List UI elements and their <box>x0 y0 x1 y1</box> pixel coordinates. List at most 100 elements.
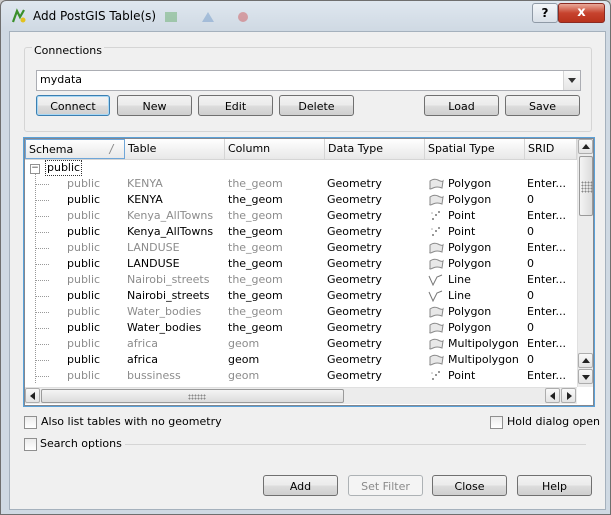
load-connections-button[interactable]: Load <box>424 95 499 116</box>
cell-schema: public <box>67 257 101 270</box>
header-column[interactable]: Column <box>225 139 325 159</box>
connection-combo[interactable]: mydata <box>36 70 581 91</box>
cell-srid: Enter... <box>527 177 567 190</box>
header-srid[interactable]: SRID <box>525 139 577 159</box>
save-connections-button[interactable]: Save <box>505 95 580 116</box>
cell-table: bussiness <box>127 369 181 382</box>
title-close-button[interactable]: x <box>558 3 605 23</box>
hold-dialog-checkbox[interactable] <box>490 416 503 429</box>
header-spatial-type[interactable]: Spatial Type <box>425 139 525 159</box>
table-row[interactable]: public KENYA the_geom Geometry Polygon Enter.… <box>25 176 577 192</box>
cell-schema: public <box>67 241 101 254</box>
vertical-scrollbar[interactable] <box>577 139 593 387</box>
cell-spatial-type: Polygon <box>448 193 492 206</box>
title-bar[interactable]: Add PostGIS Table(s) ? x <box>1 1 610 31</box>
table-row[interactable]: public Nairobi_streets the_geom Geometry Lin… <box>25 288 577 304</box>
cell-column: geom <box>228 353 260 366</box>
scroll-up-button-lower[interactable] <box>578 353 593 368</box>
header-schema[interactable]: Schema <box>25 139 125 159</box>
tree-branch-line <box>35 312 49 313</box>
table-row[interactable]: public LANDUSE the_geom Geometry Polygon 0 <box>25 256 577 272</box>
cell-schema: public <box>67 337 101 350</box>
collapse-icon[interactable]: − <box>30 164 40 174</box>
tree-root-row[interactable]: − public <box>25 160 577 176</box>
cell-srid: Enter... <box>527 337 567 350</box>
cell-srid: 0 <box>527 225 534 238</box>
cell-column: the_geom <box>228 273 283 286</box>
no-geometry-checkbox[interactable] <box>24 416 37 429</box>
cell-spatial-type: Polygon <box>448 257 492 270</box>
cell-data-type: Geometry <box>327 289 382 302</box>
table-row[interactable]: public KENYA the_geom Geometry Polygon 0 <box>25 192 577 208</box>
cell-data-type: Geometry <box>327 321 382 334</box>
table-row[interactable]: public Kenya_AllTowns the_geom Geometry Poin… <box>25 208 577 224</box>
search-options-separator <box>125 444 586 445</box>
header-data-type-label: Data Type <box>328 142 384 155</box>
new-connection-button[interactable]: New <box>117 95 192 116</box>
cell-table: LANDUSE <box>127 257 180 270</box>
cell-table: Water_bodies <box>127 305 202 318</box>
chevron-down-icon[interactable] <box>563 71 580 90</box>
search-options-checkbox[interactable] <box>24 438 37 451</box>
add-button[interactable]: Add <box>263 475 338 496</box>
scroll-left-button-lower[interactable] <box>545 388 560 403</box>
table-row[interactable]: public LANDUSE the_geom Geometry Polygon Ente… <box>25 240 577 256</box>
cell-schema: public <box>67 209 101 222</box>
header-table-label: Table <box>128 142 157 155</box>
cell-data-type: Geometry <box>327 209 382 222</box>
connect-button[interactable]: Connect <box>36 95 110 116</box>
table-row[interactable]: public bussiness geom Geometry Point Enter... <box>25 368 577 383</box>
cell-data-type: Geometry <box>327 225 382 238</box>
cell-table: africa <box>127 337 158 350</box>
table-row[interactable]: public Water_bodies the_geom Geometry Polygo… <box>25 320 577 336</box>
cell-data-type: Geometry <box>327 241 382 254</box>
table-row[interactable]: public africa geom Geometry Multipolygon 0 <box>25 352 577 368</box>
tables-tree-view[interactable]: Schema Table Column Data Type Spatial Ty… <box>24 138 594 406</box>
vertical-scroll-thumb[interactable] <box>579 156 593 216</box>
scroll-down-button[interactable] <box>578 369 593 384</box>
cell-srid: Enter... <box>527 369 567 382</box>
title-help-button[interactable]: ? <box>532 3 558 23</box>
scroll-up-button[interactable] <box>578 139 593 154</box>
tree-branch-line <box>35 376 49 377</box>
tree-branch-line <box>35 200 49 201</box>
cell-schema: public <box>67 193 101 206</box>
cell-srid: 0 <box>527 353 534 366</box>
cell-srid: Enter... <box>527 241 567 254</box>
close-button[interactable]: Close <box>432 475 507 496</box>
cell-data-type: Geometry <box>327 273 382 286</box>
grip-icon <box>188 394 206 400</box>
point-icon <box>428 370 444 382</box>
cell-srid: 0 <box>527 289 534 302</box>
cell-column: the_geom <box>228 305 283 318</box>
scroll-left-button[interactable] <box>25 388 40 403</box>
table-row[interactable]: public Nairobi_streets the_geom Geometry Lin… <box>25 272 577 288</box>
tree-branch-line <box>35 360 49 361</box>
cell-spatial-type: Point <box>448 225 476 238</box>
grip-icon <box>581 181 593 193</box>
edit-connection-button[interactable]: Edit <box>198 95 273 116</box>
cell-column: the_geom <box>228 241 283 254</box>
cell-data-type: Geometry <box>327 353 382 366</box>
search-options-label: Search options <box>40 437 122 450</box>
cell-spatial-type: Point <box>448 209 476 222</box>
header-data-type[interactable]: Data Type <box>325 139 425 159</box>
table-row[interactable]: public africa geom Geometry Multipolygon Ente… <box>25 336 577 352</box>
header-table[interactable]: Table <box>125 139 225 159</box>
table-row[interactable]: public Water_bodies the_geom Geometry Polygo… <box>25 304 577 320</box>
polygon-icon <box>428 242 444 254</box>
table-row[interactable]: public Kenya_AllTowns the_geom Geometry Poin… <box>25 224 577 240</box>
help-button[interactable]: Help <box>517 475 592 496</box>
scroll-right-button[interactable] <box>561 388 576 403</box>
horizontal-scroll-thumb[interactable] <box>41 389 344 403</box>
cell-table: Nairobi_streets <box>127 289 210 302</box>
polygon-icon <box>428 338 444 350</box>
horizontal-scrollbar[interactable] <box>25 387 577 404</box>
cell-data-type: Geometry <box>327 337 382 350</box>
cell-spatial-type: Multipolygon <box>448 337 519 350</box>
set-filter-button[interactable]: Set Filter <box>348 475 423 496</box>
delete-connection-button[interactable]: Delete <box>279 95 354 116</box>
cell-spatial-type: Polygon <box>448 321 492 334</box>
cell-spatial-type: Polygon <box>448 177 492 190</box>
hold-dialog-label: Hold dialog open <box>507 415 601 428</box>
